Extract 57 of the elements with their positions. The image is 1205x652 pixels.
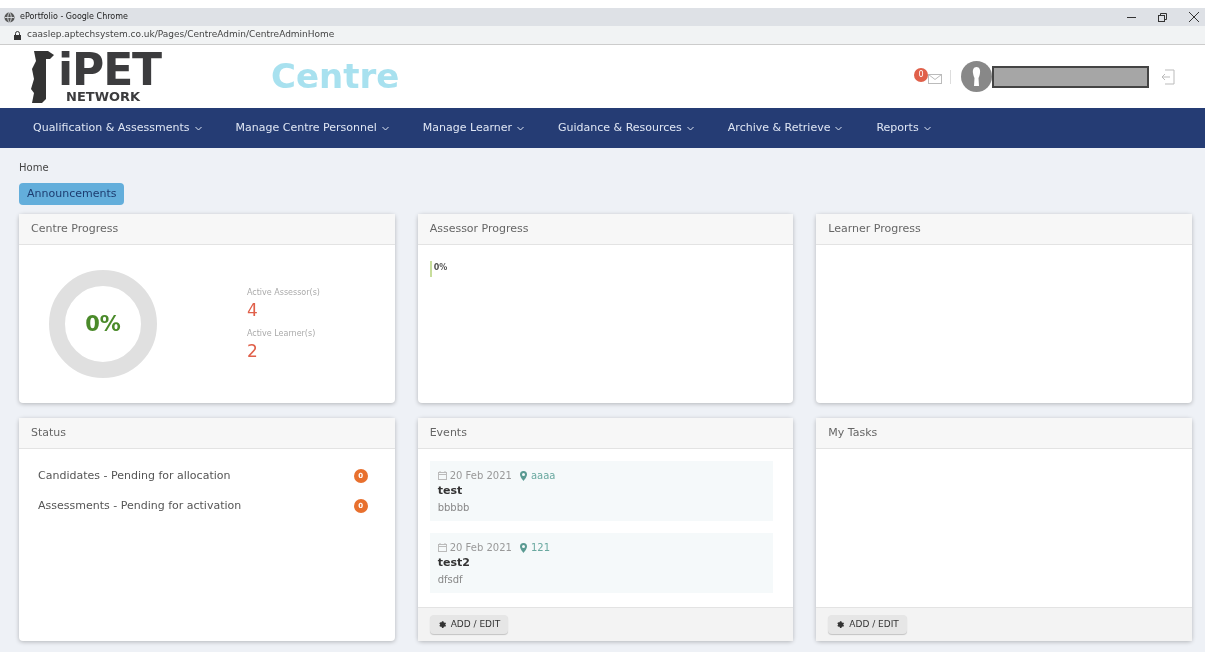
event-description: bbbbb bbox=[437, 500, 470, 515]
panel-title: Learner Progress bbox=[828, 220, 921, 237]
announcements-button[interactable]: Announcements bbox=[19, 183, 125, 205]
status-label: Assessments - Pending for activation bbox=[38, 497, 242, 514]
calendar-icon bbox=[437, 471, 447, 480]
progress-percent: 0% bbox=[85, 312, 121, 336]
stat-label: Active Assessor(s) bbox=[247, 286, 320, 299]
location-pin-icon bbox=[519, 542, 527, 553]
chevron-down-icon bbox=[923, 125, 931, 131]
stat-label: Active Learner(s) bbox=[247, 327, 317, 340]
event-date: 20 Feb 2021 bbox=[449, 541, 512, 555]
panel-title: Assessor Progress bbox=[429, 220, 529, 237]
panel-title: Centre Progress bbox=[31, 220, 119, 237]
url-text: caaslep.aptechsystem.co.uk/Pages/CentreAdmin/CentreAdminHome bbox=[27, 28, 335, 42]
logo-text: iPET bbox=[58, 50, 161, 90]
location-pin-icon bbox=[519, 470, 527, 481]
breadcrumb[interactable]: Home bbox=[19, 160, 49, 175]
nav-menu-item[interactable]: Qualification & Assessments bbox=[33, 119, 202, 137]
event-name: test bbox=[437, 483, 463, 499]
event-card[interactable]: 20 Feb 2021 121 test2 dfsdf bbox=[429, 533, 773, 593]
progress-reading: 0% bbox=[433, 262, 448, 274]
window-title: ePortfolio - Google Chrome bbox=[20, 11, 128, 23]
add-edit-button[interactable]: ADD / EDIT bbox=[429, 615, 509, 634]
event-name: test2 bbox=[437, 555, 470, 571]
chevron-down-icon bbox=[686, 125, 694, 131]
calendar-icon bbox=[437, 543, 447, 552]
chevron-down-icon bbox=[835, 125, 843, 131]
user-avatar-icon[interactable] bbox=[961, 61, 992, 92]
gear-icon bbox=[836, 620, 846, 629]
gear-icon bbox=[437, 620, 447, 629]
event-location: 121 bbox=[530, 541, 550, 555]
lock-icon bbox=[14, 30, 21, 40]
nav-menu-item[interactable]: Manage Learner bbox=[422, 119, 525, 137]
status-label: Candidates - Pending for allocation bbox=[38, 468, 231, 484]
chevron-down-icon bbox=[517, 125, 525, 131]
add-edit-button[interactable]: ADD / EDIT bbox=[828, 615, 907, 634]
restore-icon[interactable] bbox=[1158, 12, 1167, 22]
close-icon[interactable] bbox=[1189, 12, 1199, 22]
stat-value: 4 bbox=[247, 298, 259, 321]
globe-icon bbox=[4, 11, 15, 23]
event-card[interactable]: 20 Feb 2021 aaaa test bbbbb bbox=[429, 461, 773, 521]
nav-menu-item[interactable]: Reports bbox=[876, 119, 931, 137]
stat-value: 2 bbox=[247, 339, 259, 362]
portal-title: Centre bbox=[271, 55, 400, 98]
nav-menu-item[interactable]: Manage Centre Personnel bbox=[235, 119, 389, 137]
logo-subtitle: NETWORK bbox=[66, 90, 141, 104]
panel-title: My Tasks bbox=[828, 424, 878, 441]
panel-title: Status bbox=[31, 424, 67, 441]
mail-count-badge: 0 bbox=[914, 67, 928, 82]
event-description: dfsdf bbox=[437, 572, 463, 587]
event-date: 20 Feb 2021 bbox=[449, 469, 512, 483]
event-location: aaaa bbox=[530, 469, 556, 483]
chevron-down-icon bbox=[194, 125, 202, 131]
nav-menu-item[interactable]: Archive & Retrieve bbox=[727, 119, 843, 137]
chevron-down-icon bbox=[381, 125, 389, 131]
nav-menu-item[interactable]: Guidance & Resources bbox=[558, 119, 694, 137]
panel-title: Events bbox=[429, 424, 467, 441]
